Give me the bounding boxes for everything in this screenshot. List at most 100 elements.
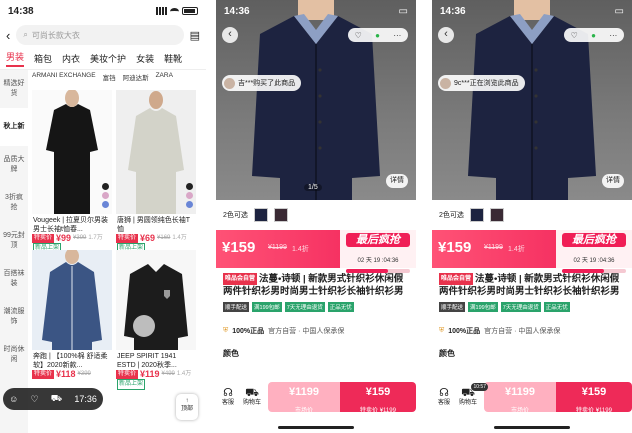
authenticity-row[interactable]: ⛨ 100%正品 官方自营 · 中国人保承保 xyxy=(223,324,409,338)
headset-icon: ☊ xyxy=(439,387,449,399)
color-dots xyxy=(186,183,193,208)
old-price: ¥169 xyxy=(157,235,171,241)
brand-item[interactable]: ZARA xyxy=(156,72,173,82)
buy-button[interactable]: ¥159 特卖价 ¥1199 xyxy=(556,382,632,414)
shield-icon: ⛨ xyxy=(439,326,445,334)
tab-shoes[interactable]: 鞋靴 xyxy=(164,52,182,65)
search-icon: ⌕ xyxy=(23,30,28,39)
back-icon[interactable]: ‹ xyxy=(6,28,10,43)
chip: 满199包邮 xyxy=(468,301,498,312)
colors-label: 2色可选 xyxy=(223,212,248,219)
market-price-button[interactable]: ¥1199 市场价 xyxy=(268,382,340,414)
home-indicator xyxy=(278,426,354,429)
chip: 顺手配送 xyxy=(223,301,250,312)
sidebar-item[interactable]: 潮流服饰 xyxy=(0,298,28,336)
service-button[interactable]: ☊ 客服 xyxy=(216,387,240,407)
sidebar-item[interactable]: 精选好货 xyxy=(0,70,28,108)
chip: 正品无忧 xyxy=(327,301,354,312)
chip: 满199包邮 xyxy=(252,301,282,312)
buy-button[interactable]: ¥159 特卖价 ¥1199 xyxy=(340,382,416,414)
market-price-button[interactable]: ¥1199 市场价 xyxy=(484,382,556,414)
buy-label: 特卖价 ¥1199 xyxy=(360,408,396,414)
favorite-icon[interactable]: ♡ xyxy=(31,394,39,405)
sidebar-item[interactable]: 百搭袜装 xyxy=(0,260,28,298)
product-card[interactable]: Vougeek | 拉夏贝尔男装男士长袖t恤春... 特卖价 ¥99 ¥399 1.7… xyxy=(32,90,112,254)
chip: 7天无理由退货 xyxy=(284,301,325,312)
status-time: 14:36 xyxy=(224,5,250,17)
auth-rest: 官方自营 · 中国人保承保 xyxy=(484,327,561,335)
headset-icon: ☊ xyxy=(223,387,233,399)
top-actions: ♡ ● ··· xyxy=(564,28,624,42)
status-bar: 14:36 ▭ xyxy=(216,0,416,22)
cart-icon[interactable]: ⛟ xyxy=(51,393,62,405)
brand-badge: 唯品会自营 xyxy=(439,273,474,285)
tab-womenswear[interactable]: 女装 xyxy=(136,52,154,65)
price-tag: 特卖价 xyxy=(116,370,139,379)
battery-icon xyxy=(182,7,198,15)
activity-text: 吉***购买了此商品 xyxy=(238,80,296,87)
section-title: 颜色 xyxy=(223,348,239,358)
search-input[interactable]: ⌕ 可尚长款大衣 xyxy=(16,25,184,45)
grey-shirt-image xyxy=(128,91,184,214)
message-icon[interactable]: ▤ xyxy=(190,29,200,42)
color-swatch-navy[interactable] xyxy=(469,208,484,222)
detail-button[interactable]: 详情 xyxy=(386,174,408,188)
flash-countdown: 02 天 19 :04:36 xyxy=(573,258,615,264)
colors-label: 2色可选 xyxy=(439,212,464,219)
brand-row: ARMANI EXCHANGE 富铛 阿迪达斯 ZARA xyxy=(32,72,173,82)
color-swatch-navy[interactable] xyxy=(253,208,268,222)
auth-main: 100%正品 xyxy=(232,327,265,335)
flash-countdown: 02 天 19 :04:36 xyxy=(357,258,399,264)
tab-bags[interactable]: 箱包 xyxy=(34,52,52,65)
buy-price: ¥159 xyxy=(581,386,607,398)
tab-menswear[interactable]: 男装 xyxy=(6,50,25,67)
service-chips: 顺手配送 满199包邮 7天无理由退货 正品无忧 xyxy=(216,298,416,316)
flash-progress xyxy=(562,269,626,273)
back-to-top-button[interactable]: ↑ 顶部 xyxy=(176,394,198,420)
color-swatch-dark[interactable] xyxy=(489,208,504,222)
cart-button[interactable]: 10:57 ⛟ 购物车 xyxy=(456,383,488,407)
category-tabs: 男装 箱包 内衣 美妆个护 女装 鞋靴 xyxy=(0,48,206,70)
sidebar-item[interactable]: 3折疯抢 xyxy=(0,184,28,222)
back-button[interactable]: ‹ xyxy=(438,27,454,43)
avatar xyxy=(440,77,451,89)
share-icon[interactable]: ● xyxy=(375,31,380,40)
product-hero-image: ‹ 14:36 ▭ ♡ ● ··· 9c***正在浏览此商品 详情 xyxy=(432,0,632,200)
buy-price: ¥159 xyxy=(365,386,391,398)
color-swatch-dark[interactable] xyxy=(273,208,288,222)
buy-label: 特卖价 ¥1199 xyxy=(576,408,612,414)
authenticity-row[interactable]: ⛨ 100%正品 官方自营 · 中国人保承保 xyxy=(439,324,625,338)
discount: 1.4折 xyxy=(292,246,309,253)
auth-rest: 官方自营 · 中国人保承保 xyxy=(268,327,345,335)
service-label: 客服 xyxy=(437,400,450,406)
favorite-icon[interactable]: ♡ xyxy=(355,31,362,40)
product-card[interactable]: JEEP SPIRIT 1941 ESTD | 2020秋季... 特卖价 ¥11… xyxy=(116,250,196,390)
product-card[interactable]: 奔跑 | 【100%棉 舒适柔软】2020新款... 特卖价 ¥118 ¥399 xyxy=(32,250,112,379)
product-title: Vougeek | 拉夏贝尔男装男士长袖t恤春... xyxy=(33,217,108,233)
brand-item[interactable]: 富铛 xyxy=(103,72,116,82)
product-card[interactable]: 唐狮 | 男圆领纯色长袖T恤 特卖价 ¥69 ¥169 1.4万 新品上架 xyxy=(116,90,196,254)
back-button[interactable]: ‹ xyxy=(222,27,238,43)
favorite-icon[interactable]: ♡ xyxy=(571,31,578,40)
user-icon[interactable]: ☺ xyxy=(9,394,18,404)
service-button[interactable]: ☊ 客服 xyxy=(432,387,456,407)
sidebar-item[interactable]: 99元封顶 xyxy=(0,222,28,260)
more-icon[interactable]: ··· xyxy=(609,31,617,40)
cart-label: 购物车 xyxy=(242,400,261,406)
shield-icon: ⛨ xyxy=(223,326,229,334)
sidebar-item[interactable]: 品质大牌 xyxy=(0,146,28,184)
detail-button[interactable]: 详情 xyxy=(602,174,624,188)
brand-item[interactable]: ARMANI EXCHANGE xyxy=(32,72,96,82)
tab-underwear[interactable]: 内衣 xyxy=(62,52,80,65)
cart-button[interactable]: ⛟ 购物车 xyxy=(240,387,264,407)
share-icon[interactable]: ● xyxy=(591,31,596,40)
brand-item[interactable]: 阿迪达斯 xyxy=(123,72,149,82)
market-price: ¥1199 xyxy=(505,386,535,398)
product-title: 奔跑 | 【100%棉 舒适柔软】2020新款... xyxy=(33,353,108,369)
market-price: ¥1199 xyxy=(289,386,319,398)
sidebar-item[interactable]: 时尚休闲 xyxy=(0,336,28,374)
sidebar-item-active[interactable]: 秋上新 xyxy=(0,108,28,146)
tab-beauty[interactable]: 美妆个护 xyxy=(90,52,126,65)
more-icon[interactable]: ··· xyxy=(393,31,401,40)
arrow-up-icon: ↑ xyxy=(185,398,189,404)
